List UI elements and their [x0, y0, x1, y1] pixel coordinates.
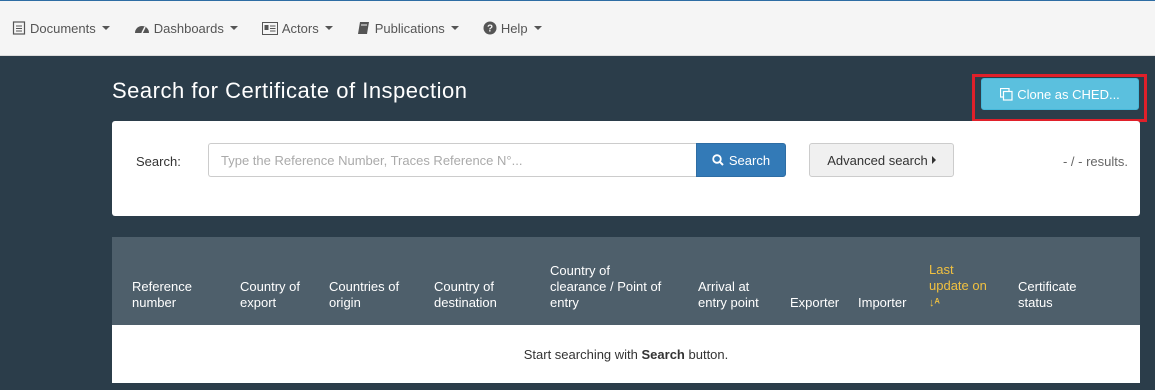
main-content: Search for Certificate of Inspection Clo…	[0, 56, 1155, 390]
nav-actors[interactable]: Actors	[261, 20, 333, 36]
col-label: Arrival at	[698, 279, 750, 294]
advanced-search-button[interactable]: Advanced search	[809, 143, 954, 177]
results-count: - / - results.	[1062, 154, 1128, 169]
col-label: export	[240, 295, 277, 310]
col-label: update on	[929, 278, 987, 293]
col-label: Last	[929, 262, 954, 277]
empty-state-message: Start searching with Search button.	[112, 347, 1140, 362]
col-label: Certificate	[1018, 279, 1077, 294]
col-country-of-destination[interactable]: Country of destination	[434, 279, 497, 311]
nav-publications[interactable]: Publications	[357, 21, 459, 36]
dashboard-icon	[134, 26, 149, 34]
search-button-label: Search	[728, 152, 771, 168]
search-icon	[712, 154, 724, 166]
sort-az-icon: ↓ᴬ	[929, 297, 940, 309]
nav-dashboards-label: Dashboards	[153, 20, 224, 36]
empty-msg-prefix: Start searching with	[523, 347, 642, 362]
col-label: entry	[550, 295, 579, 310]
empty-msg-suffix: button.	[684, 347, 729, 362]
col-label: Country of	[434, 279, 494, 294]
col-certificate-status[interactable]: Certificate status	[1018, 279, 1077, 311]
id-card-icon	[261, 21, 278, 35]
col-label: clearance / Point of	[550, 279, 662, 294]
col-arrival-at-entry-point[interactable]: Arrival at entry point	[698, 279, 759, 311]
col-label: Reference	[132, 279, 192, 294]
page-title: Search for Certificate of Inspection	[112, 78, 468, 103]
book-icon	[357, 22, 369, 34]
chevron-right-icon	[931, 156, 936, 164]
empty-msg-bold: Search	[641, 347, 685, 362]
nav-documents-label: Documents	[30, 20, 96, 36]
search-input[interactable]	[208, 143, 698, 177]
col-reference-number[interactable]: Reference number	[132, 279, 192, 311]
clone-button-label: Clone as CHED...	[1017, 86, 1120, 102]
col-label: Countries of	[329, 279, 400, 294]
col-label: Exporter	[790, 295, 840, 310]
nav-actors-label: Actors	[281, 20, 319, 36]
col-label: Importer	[858, 295, 907, 310]
nav-documents[interactable]: Documents	[12, 21, 110, 36]
search-button[interactable]: Search	[696, 143, 786, 177]
col-exporter[interactable]: Exporter	[790, 295, 839, 311]
chevron-down-icon	[101, 26, 110, 30]
col-countries-of-origin[interactable]: Countries of origin	[329, 279, 399, 311]
col-point-of-entry[interactable]: Country of clearance / Point of entry	[550, 263, 661, 311]
top-navbar: Documents Dashboards Actors Publications…	[0, 0, 1155, 56]
document-icon	[12, 21, 26, 35]
table-header: Reference number Country of export Count…	[112, 237, 1140, 325]
advanced-search-label: Advanced search	[827, 152, 928, 168]
nav-help[interactable]: ? Help	[483, 21, 542, 36]
col-label: status	[1018, 295, 1053, 310]
clone-as-ched-button[interactable]: Clone as CHED...	[981, 78, 1139, 110]
col-country-of-export[interactable]: Country of export	[240, 279, 300, 311]
nav-dashboards[interactable]: Dashboards	[134, 21, 238, 36]
nav-publications-label: Publications	[374, 20, 445, 36]
svg-text:?: ?	[487, 24, 493, 35]
col-label: Country of	[550, 263, 610, 278]
col-label: Country of	[240, 279, 300, 294]
nav-help-label: Help	[500, 20, 528, 36]
chevron-down-icon	[229, 26, 238, 30]
col-last-update[interactable]: Last update on ↓ᴬ	[929, 262, 987, 311]
search-label: Search:	[136, 154, 181, 169]
col-label: destination	[434, 295, 497, 310]
help-icon: ?	[483, 21, 497, 35]
chevron-down-icon	[533, 26, 542, 30]
table-body: Start searching with Search button.	[112, 325, 1140, 383]
col-label: number	[132, 295, 177, 310]
col-importer[interactable]: Importer	[858, 295, 906, 311]
copy-icon	[1000, 87, 1013, 101]
chevron-down-icon	[450, 26, 459, 30]
search-panel: Search: Search Advanced search - / - res…	[112, 121, 1140, 216]
col-label: origin	[329, 295, 361, 310]
chevron-down-icon	[324, 26, 333, 30]
col-label: entry point	[698, 295, 759, 310]
